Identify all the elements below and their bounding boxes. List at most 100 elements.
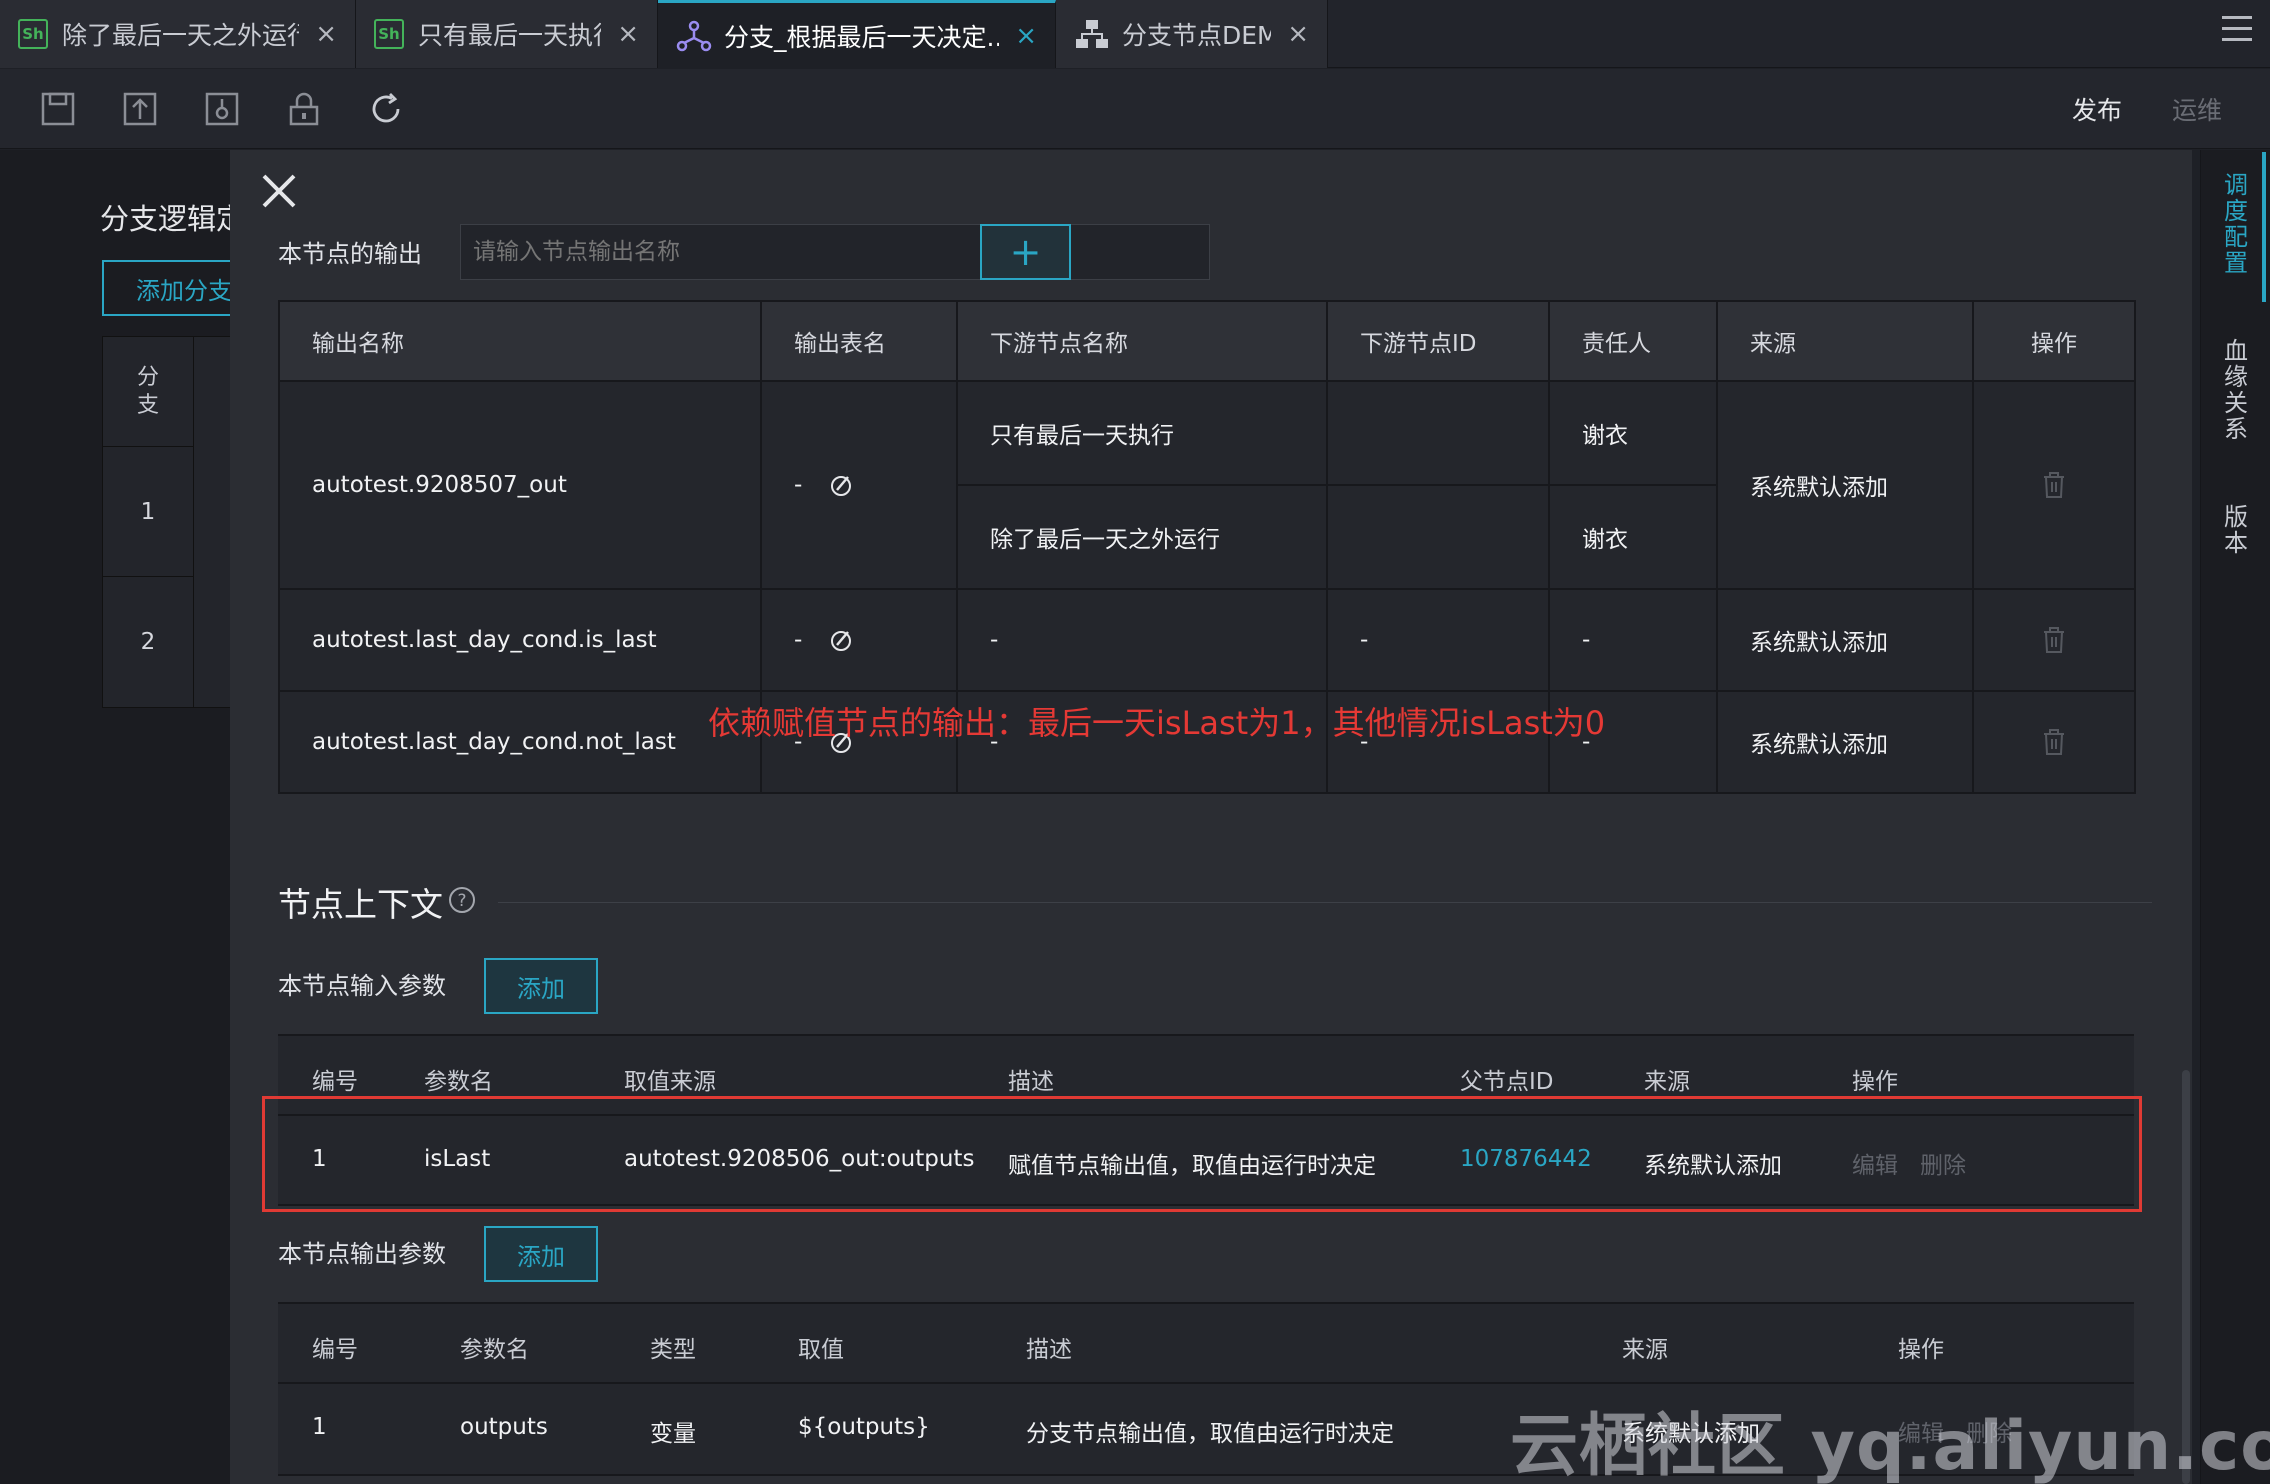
col-description: 描述: [1008, 1069, 1054, 1095]
submit-icon[interactable]: [122, 91, 158, 127]
output-params-label: 本节点输出参数: [278, 1240, 446, 1268]
action-cell: [1972, 380, 2136, 590]
close-icon[interactable]: [258, 170, 300, 212]
add-input-param-button[interactable]: 添加: [484, 958, 598, 1014]
col-output-name: 输出名称: [278, 300, 762, 382]
downstream-id-cell: [1326, 380, 1550, 486]
action-cell: [1972, 588, 2136, 692]
tab-label: 分支_根据最后一天决定...: [724, 22, 1000, 52]
param-name: outputs: [460, 1414, 548, 1440]
col-source: 来源: [1622, 1337, 1668, 1363]
tab-label: 只有最后一天执行: [418, 21, 602, 50]
downstream-name-cell: 除了最后一天之外运行: [956, 484, 1328, 590]
col-source: 来源: [1716, 300, 1974, 382]
output-name-cell: autotest.9208507_out: [278, 380, 762, 590]
downstream-id-cell: [1326, 484, 1550, 590]
col-source: 来源: [1644, 1069, 1690, 1095]
steal-lock-icon[interactable]: [204, 91, 240, 127]
add-output-button[interactable]: +: [980, 224, 1071, 280]
col-action: 操作: [1972, 300, 2136, 382]
watermark: 云栖社区 yq.aliyun.com: [1510, 1407, 2270, 1484]
output-name-cell: autotest.last_day_cond.is_last: [278, 588, 762, 692]
refresh-icon[interactable]: [368, 91, 404, 127]
shell-icon: Sh: [18, 19, 48, 49]
col-value: 取值: [798, 1337, 844, 1363]
param-type: 变量: [650, 1421, 696, 1447]
owner-cell: 谢衣: [1548, 484, 1718, 590]
add-branch-button[interactable]: 添加分支: [102, 260, 242, 316]
output-table-cell: -: [760, 588, 958, 692]
schedule-config-drawer: 本节点的输出 + 输出名称 输出表名 下游节点名称 下游节点ID 责任人 来源 …: [230, 150, 2192, 1484]
owner-cell: -: [1548, 588, 1718, 692]
col-downstream-name: 下游节点名称: [956, 300, 1328, 382]
node-context-title: 节点上下文: [278, 885, 443, 924]
workflow-icon: [1076, 20, 1108, 48]
lock-icon[interactable]: [286, 91, 322, 127]
rail-lineage[interactable]: 血缘关系: [2223, 338, 2249, 442]
col-no: 编号: [312, 1069, 358, 1095]
downstream-id-cell: -: [1326, 588, 1550, 692]
toolbar: 发布 运维: [0, 69, 2270, 149]
edit-icon[interactable]: [828, 472, 854, 498]
tab-label: 分支节点DEMO: [1122, 21, 1272, 50]
table-row: autotest.9208507_out - 只有最后一天执行 谢衣 系统默认添…: [278, 380, 2136, 590]
table-header-row: 编号 参数名 类型 取值 描述 来源 操作: [278, 1302, 2134, 1382]
side-rail: 调度配置 血缘关系 版本: [2200, 150, 2270, 1484]
node-output-name-input[interactable]: [460, 224, 1210, 280]
param-value: ${outputs}: [798, 1414, 930, 1440]
branch-node-icon: [676, 20, 712, 51]
trash-icon[interactable]: [2042, 728, 2066, 756]
source-cell: 系统默认添加: [1716, 690, 1974, 794]
node-output-label: 本节点的输出: [278, 240, 422, 268]
output-table-cell: -: [760, 380, 958, 590]
col-param-name: 参数名: [460, 1337, 529, 1363]
branch-col-header: 分支: [103, 337, 193, 447]
section-divider: [498, 902, 2152, 903]
source-cell: 系统默认添加: [1716, 380, 1974, 590]
close-icon[interactable]: ×: [1015, 21, 1037, 51]
param-no: 1: [312, 1414, 327, 1440]
col-no: 编号: [312, 1337, 358, 1363]
menu-icon[interactable]: [2222, 16, 2252, 46]
close-icon[interactable]: ×: [617, 19, 639, 49]
col-action: 操作: [1898, 1337, 1944, 1363]
publish-button[interactable]: 发布: [2072, 91, 2122, 127]
save-icon[interactable]: [40, 91, 76, 127]
add-output-param-button[interactable]: 添加: [484, 1226, 598, 1282]
col-value-source: 取值来源: [624, 1069, 716, 1095]
close-icon[interactable]: ×: [1287, 19, 1309, 49]
input-params-label: 本节点输入参数: [278, 972, 446, 1000]
owner-cell: 谢衣: [1548, 380, 1718, 486]
output-name-cell: autotest.last_day_cond.not_last: [278, 690, 762, 794]
branch-row: 2: [140, 629, 156, 655]
table-row: autotest.last_day_cond.is_last - - - - 系…: [278, 588, 2136, 692]
plus-icon: +: [1009, 230, 1042, 274]
svg-text:?: ?: [457, 891, 466, 911]
col-type: 类型: [650, 1337, 696, 1363]
tab-only-last-day[interactable]: Sh 只有最后一天执行 ×: [356, 0, 658, 68]
rail-active-indicator: [2262, 152, 2266, 302]
rail-version[interactable]: 版本: [2223, 504, 2249, 556]
edit-icon[interactable]: [828, 627, 854, 653]
downstream-name-cell: -: [956, 588, 1328, 692]
tab-branch-node[interactable]: 分支_根据最后一天决定... ×: [658, 0, 1056, 68]
trash-icon[interactable]: [2042, 626, 2066, 654]
annotation-note: 依赖赋值节点的输出：最后一天isLast为1，其他情况isLast为0: [708, 704, 1606, 742]
rail-schedule-config[interactable]: 调度配置: [2223, 172, 2249, 276]
col-action: 操作: [1852, 1069, 1898, 1095]
action-cell: [1972, 690, 2136, 794]
col-parent-id: 父节点ID: [1460, 1069, 1554, 1095]
tab-except-last-day[interactable]: Sh 除了最后一天之外运行 ×: [0, 0, 356, 68]
col-param-name: 参数名: [424, 1069, 493, 1095]
tab-branch-demo[interactable]: 分支节点DEMO ×: [1056, 0, 1328, 68]
close-icon[interactable]: ×: [315, 19, 337, 49]
col-downstream-id: 下游节点ID: [1326, 300, 1550, 382]
tab-label: 除了最后一天之外运行: [62, 21, 300, 50]
table-header-row: 输出名称 输出表名 下游节点名称 下游节点ID 责任人 来源 操作: [278, 300, 2136, 382]
tab-bar: Sh 除了最后一天之外运行 × Sh 只有最后一天执行 × 分支_根据最后一天决…: [0, 0, 2270, 68]
branch-table: 分支 1 2: [102, 336, 232, 708]
ops-button[interactable]: 运维: [2172, 91, 2222, 127]
help-icon[interactable]: ?: [448, 886, 476, 914]
source-cell: 系统默认添加: [1716, 588, 1974, 692]
trash-icon[interactable]: [2042, 471, 2066, 499]
